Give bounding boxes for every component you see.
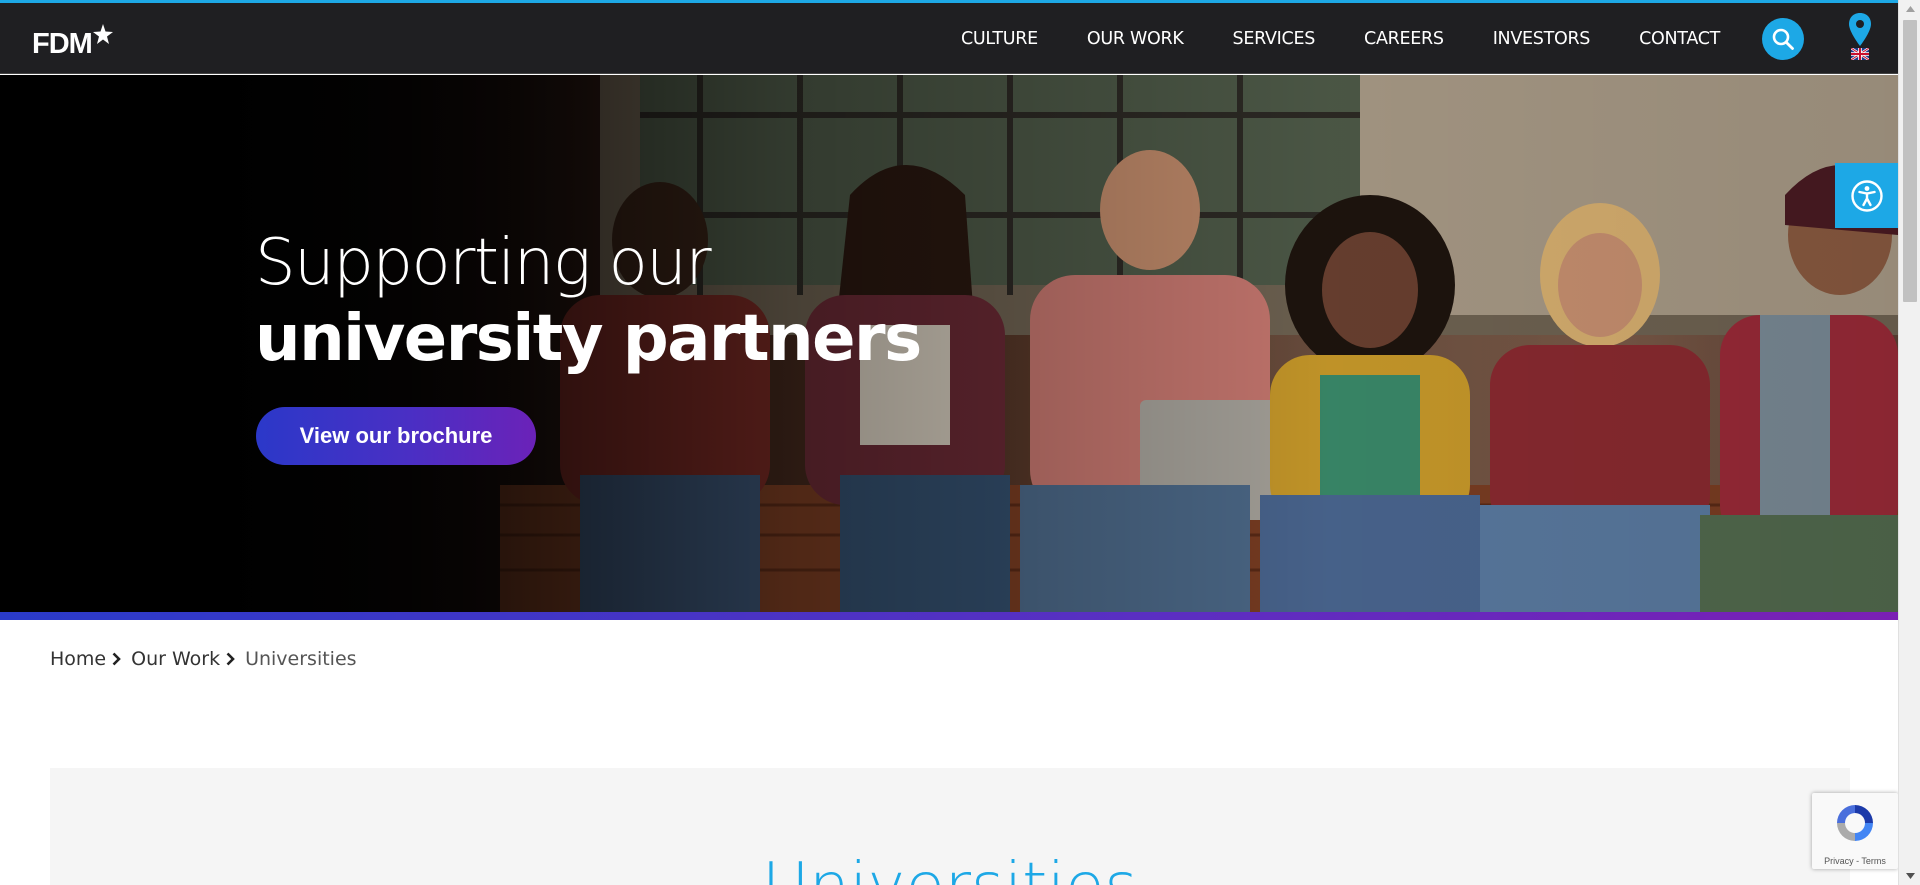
fdm-logo[interactable]: FDM: [32, 19, 114, 59]
search-icon: [1772, 28, 1794, 50]
breadcrumb: Home Our Work Universities: [50, 648, 357, 670]
hero-banner: Supporting our university partners View …: [0, 75, 1898, 612]
logo-star-icon: [92, 24, 113, 44]
recaptcha-footer[interactable]: Privacy - Terms: [1812, 856, 1898, 866]
breadcrumb-our-work[interactable]: Our Work: [131, 648, 220, 670]
nav-contact[interactable]: CONTACT: [1639, 29, 1720, 49]
nav-investors[interactable]: INVESTORS: [1493, 29, 1591, 49]
chevron-right-icon: [112, 652, 121, 666]
nav-careers[interactable]: CAREERS: [1364, 29, 1444, 49]
logo-text: FDM: [32, 28, 93, 60]
universities-section: Universities: [50, 768, 1850, 885]
nav-services[interactable]: SERVICES: [1233, 29, 1316, 49]
scrollbar-thumb[interactable]: [1903, 20, 1917, 302]
nav-our-work[interactable]: OUR WORK: [1087, 29, 1184, 49]
hero-title: Supporting our university partners: [255, 225, 922, 377]
breadcrumb-current: Universities: [245, 648, 357, 670]
scroll-down-arrow-icon[interactable]: [1899, 867, 1920, 885]
main-nav: CULTURE OUR WORK SERVICES CAREERS INVEST…: [912, 3, 1720, 74]
recaptcha-icon: [1837, 805, 1873, 841]
view-brochure-button[interactable]: View our brochure: [256, 407, 536, 465]
accessibility-button[interactable]: [1835, 163, 1898, 228]
chevron-right-icon: [226, 652, 235, 666]
scroll-up-arrow-icon[interactable]: [1899, 0, 1920, 18]
accessibility-icon: [1850, 179, 1883, 212]
section-title: Universities: [50, 850, 1850, 885]
search-button[interactable]: [1762, 18, 1804, 60]
site-header: FDM CULTURE OUR WORK SERVICES CAREERS IN…: [0, 3, 1898, 74]
locale-selector[interactable]: [1847, 12, 1873, 64]
hero-title-line-1: Supporting our: [255, 226, 712, 300]
nav-culture[interactable]: CULTURE: [961, 29, 1038, 49]
page-scrollbar[interactable]: [1898, 0, 1920, 885]
map-pin-icon: [1849, 13, 1871, 46]
hero-gradient-bar: [0, 612, 1898, 620]
recaptcha-badge[interactable]: Privacy - Terms: [1812, 793, 1898, 869]
breadcrumb-home[interactable]: Home: [50, 648, 106, 670]
uk-flag-icon: [1851, 48, 1869, 60]
hero-title-line-2: university partners: [255, 302, 922, 376]
